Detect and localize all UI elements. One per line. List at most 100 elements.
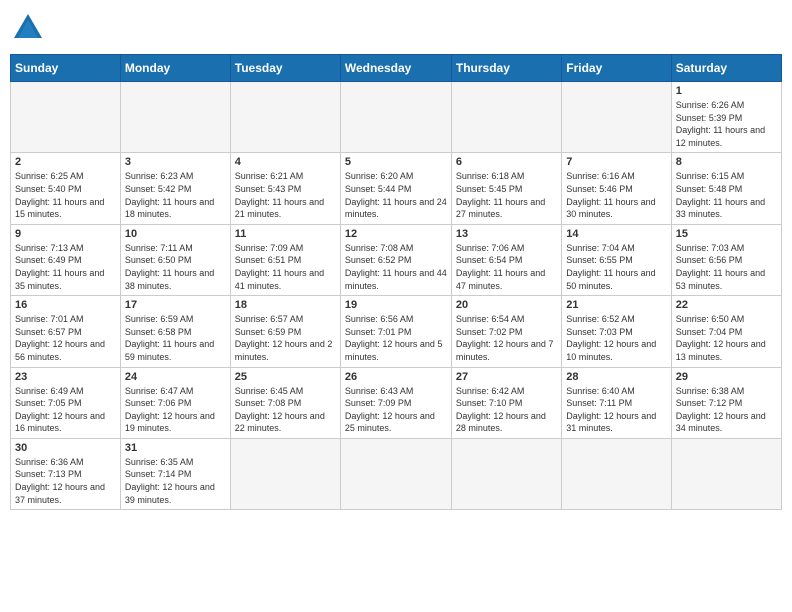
day-info: Sunrise: 6:49 AMSunset: 7:05 PMDaylight:…: [15, 385, 116, 435]
day-header-sunday: Sunday: [11, 55, 121, 82]
day-info: Sunrise: 7:11 AMSunset: 6:50 PMDaylight:…: [125, 242, 226, 292]
calendar-cell: 31 Sunrise: 6:35 AMSunset: 7:14 PMDayligh…: [120, 438, 230, 509]
day-header-monday: Monday: [120, 55, 230, 82]
calendar-cell: [562, 82, 671, 153]
day-info: Sunrise: 6:45 AMSunset: 7:08 PMDaylight:…: [235, 385, 336, 435]
calendar-cell: 28 Sunrise: 6:40 AMSunset: 7:11 PMDayligh…: [562, 367, 671, 438]
day-info: Sunrise: 6:59 AMSunset: 6:58 PMDaylight:…: [125, 313, 226, 363]
day-number: 29: [676, 371, 777, 383]
day-info: Sunrise: 6:25 AMSunset: 5:40 PMDaylight:…: [15, 170, 116, 220]
calendar-cell: 3 Sunrise: 6:23 AMSunset: 5:42 PMDaylight…: [120, 153, 230, 224]
day-info: Sunrise: 7:01 AMSunset: 6:57 PMDaylight:…: [15, 313, 116, 363]
calendar-cell: [451, 438, 561, 509]
calendar-cell: [451, 82, 561, 153]
day-number: 18: [235, 299, 336, 311]
day-number: 6: [456, 156, 557, 168]
day-number: 26: [345, 371, 447, 383]
day-number: 31: [125, 442, 226, 454]
calendar-cell: 23 Sunrise: 6:49 AMSunset: 7:05 PMDayligh…: [11, 367, 121, 438]
day-info: Sunrise: 6:50 AMSunset: 7:04 PMDaylight:…: [676, 313, 777, 363]
day-number: 12: [345, 228, 447, 240]
day-info: Sunrise: 7:03 AMSunset: 6:56 PMDaylight:…: [676, 242, 777, 292]
calendar-cell: 1 Sunrise: 6:26 AMSunset: 5:39 PMDaylight…: [671, 82, 781, 153]
day-number: 23: [15, 371, 116, 383]
day-header-wednesday: Wednesday: [340, 55, 451, 82]
calendar-cell: [562, 438, 671, 509]
day-info: Sunrise: 7:09 AMSunset: 6:51 PMDaylight:…: [235, 242, 336, 292]
day-number: 28: [566, 371, 666, 383]
day-info: Sunrise: 6:35 AMSunset: 7:14 PMDaylight:…: [125, 456, 226, 506]
day-info: Sunrise: 7:13 AMSunset: 6:49 PMDaylight:…: [15, 242, 116, 292]
day-number: 16: [15, 299, 116, 311]
calendar-week-2: 2 Sunrise: 6:25 AMSunset: 5:40 PMDaylight…: [11, 153, 782, 224]
calendar-week-6: 30Sunrise: 6:36 AMSunset: 7:13 PMDayligh…: [11, 438, 782, 509]
calendar-cell: 4 Sunrise: 6:21 AMSunset: 5:43 PMDaylight…: [230, 153, 340, 224]
day-number: 21: [566, 299, 666, 311]
calendar-cell: [671, 438, 781, 509]
calendar-cell: 8Sunrise: 6:15 AMSunset: 5:48 PMDaylight…: [671, 153, 781, 224]
calendar-cell: 14Sunrise: 7:04 AMSunset: 6:55 PMDayligh…: [562, 224, 671, 295]
logo-icon: [10, 10, 46, 46]
day-number: 7: [566, 156, 666, 168]
logo: [10, 10, 52, 46]
day-info: Sunrise: 6:54 AMSunset: 7:02 PMDaylight:…: [456, 313, 557, 363]
day-number: 9: [15, 228, 116, 240]
day-info: Sunrise: 6:40 AMSunset: 7:11 PMDaylight:…: [566, 385, 666, 435]
calendar-cell: 11Sunrise: 7:09 AMSunset: 6:51 PMDayligh…: [230, 224, 340, 295]
day-info: Sunrise: 6:47 AMSunset: 7:06 PMDaylight:…: [125, 385, 226, 435]
calendar-cell: 6Sunrise: 6:18 AMSunset: 5:45 PMDaylight…: [451, 153, 561, 224]
day-number: 10: [125, 228, 226, 240]
day-info: Sunrise: 6:21 AMSunset: 5:43 PMDaylight:…: [235, 170, 336, 220]
calendar-cell: 10 Sunrise: 7:11 AMSunset: 6:50 PMDayligh…: [120, 224, 230, 295]
calendar-cell: 29 Sunrise: 6:38 AMSunset: 7:12 PMDayligh…: [671, 367, 781, 438]
day-number: 15: [676, 228, 777, 240]
day-info: Sunrise: 6:57 AMSunset: 6:59 PMDaylight:…: [235, 313, 336, 363]
day-info: Sunrise: 7:08 AMSunset: 6:52 PMDaylight:…: [345, 242, 447, 292]
calendar-cell: 30Sunrise: 6:36 AMSunset: 7:13 PMDayligh…: [11, 438, 121, 509]
calendar-cell: 17Sunrise: 6:59 AMSunset: 6:58 PMDayligh…: [120, 296, 230, 367]
calendar-cell: [230, 438, 340, 509]
calendar-cell: 20 Sunrise: 6:54 AMSunset: 7:02 PMDayligh…: [451, 296, 561, 367]
calendar-cell: 12 Sunrise: 7:08 AMSunset: 6:52 PMDayligh…: [340, 224, 451, 295]
day-info: Sunrise: 6:16 AMSunset: 5:46 PMDaylight:…: [566, 170, 666, 220]
day-number: 4: [235, 156, 336, 168]
calendar-cell: 26 Sunrise: 6:43 AMSunset: 7:09 PMDayligh…: [340, 367, 451, 438]
calendar-cell: 15 Sunrise: 7:03 AMSunset: 6:56 PMDayligh…: [671, 224, 781, 295]
day-info: Sunrise: 6:42 AMSunset: 7:10 PMDaylight:…: [456, 385, 557, 435]
day-header-tuesday: Tuesday: [230, 55, 340, 82]
calendar-cell: 27Sunrise: 6:42 AMSunset: 7:10 PMDayligh…: [451, 367, 561, 438]
day-number: 3: [125, 156, 226, 168]
calendar-week-3: 9 Sunrise: 7:13 AMSunset: 6:49 PMDaylight…: [11, 224, 782, 295]
calendar-cell: [11, 82, 121, 153]
calendar-week-4: 16 Sunrise: 7:01 AMSunset: 6:57 PMDayligh…: [11, 296, 782, 367]
day-info: Sunrise: 7:04 AMSunset: 6:55 PMDaylight:…: [566, 242, 666, 292]
day-number: 20: [456, 299, 557, 311]
calendar-cell: 5Sunrise: 6:20 AMSunset: 5:44 PMDaylight…: [340, 153, 451, 224]
day-info: Sunrise: 6:20 AMSunset: 5:44 PMDaylight:…: [345, 170, 447, 220]
day-number: 2: [15, 156, 116, 168]
calendar-cell: [340, 82, 451, 153]
day-info: Sunrise: 7:06 AMSunset: 6:54 PMDaylight:…: [456, 242, 557, 292]
calendar-cell: 9 Sunrise: 7:13 AMSunset: 6:49 PMDaylight…: [11, 224, 121, 295]
day-number: 19: [345, 299, 447, 311]
calendar-header-row: SundayMondayTuesdayWednesdayThursdayFrid…: [11, 55, 782, 82]
calendar-cell: 22 Sunrise: 6:50 AMSunset: 7:04 PMDayligh…: [671, 296, 781, 367]
calendar-cell: 16 Sunrise: 7:01 AMSunset: 6:57 PMDayligh…: [11, 296, 121, 367]
day-info: Sunrise: 6:43 AMSunset: 7:09 PMDaylight:…: [345, 385, 447, 435]
calendar-table: SundayMondayTuesdayWednesdayThursdayFrid…: [10, 54, 782, 510]
day-number: 1: [676, 85, 777, 97]
day-info: Sunrise: 6:23 AMSunset: 5:42 PMDaylight:…: [125, 170, 226, 220]
calendar-cell: 13Sunrise: 7:06 AMSunset: 6:54 PMDayligh…: [451, 224, 561, 295]
page-header: [10, 10, 782, 46]
day-number: 30: [15, 442, 116, 454]
day-info: Sunrise: 6:38 AMSunset: 7:12 PMDaylight:…: [676, 385, 777, 435]
calendar-cell: 2 Sunrise: 6:25 AMSunset: 5:40 PMDaylight…: [11, 153, 121, 224]
day-number: 8: [676, 156, 777, 168]
day-number: 22: [676, 299, 777, 311]
day-info: Sunrise: 6:52 AMSunset: 7:03 PMDaylight:…: [566, 313, 666, 363]
calendar-cell: 18 Sunrise: 6:57 AMSunset: 6:59 PMDayligh…: [230, 296, 340, 367]
day-info: Sunrise: 6:26 AMSunset: 5:39 PMDaylight:…: [676, 99, 777, 149]
calendar-week-1: 1 Sunrise: 6:26 AMSunset: 5:39 PMDaylight…: [11, 82, 782, 153]
calendar-cell: 21 Sunrise: 6:52 AMSunset: 7:03 PMDayligh…: [562, 296, 671, 367]
day-header-friday: Friday: [562, 55, 671, 82]
